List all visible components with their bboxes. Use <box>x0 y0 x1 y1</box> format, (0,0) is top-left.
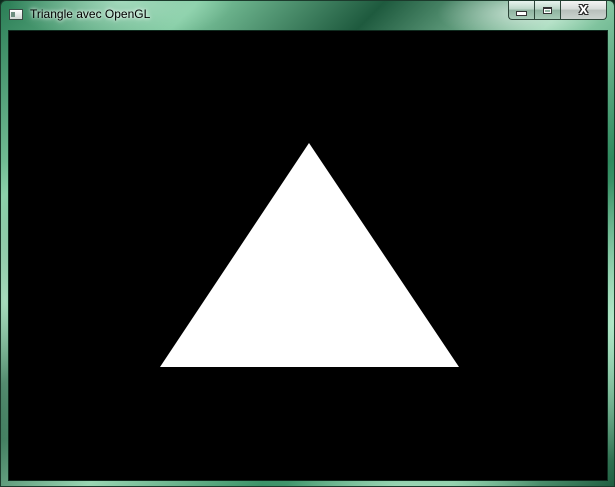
maximize-button[interactable] <box>534 1 560 20</box>
minimize-icon <box>516 10 527 16</box>
title-bar[interactable]: Triangle avec OpenGL X <box>1 1 614 29</box>
opengl-canvas <box>9 31 607 480</box>
window-title: Triangle avec OpenGL <box>30 7 151 21</box>
app-window: Triangle avec OpenGL X <box>0 0 615 487</box>
close-icon: X <box>578 3 589 17</box>
minimize-button[interactable] <box>508 1 534 20</box>
caption-buttons: X <box>508 1 607 20</box>
maximize-icon <box>543 6 552 14</box>
application-window-icon[interactable] <box>9 9 23 20</box>
opengl-viewport[interactable] <box>8 30 608 481</box>
close-button[interactable]: X <box>560 1 607 20</box>
